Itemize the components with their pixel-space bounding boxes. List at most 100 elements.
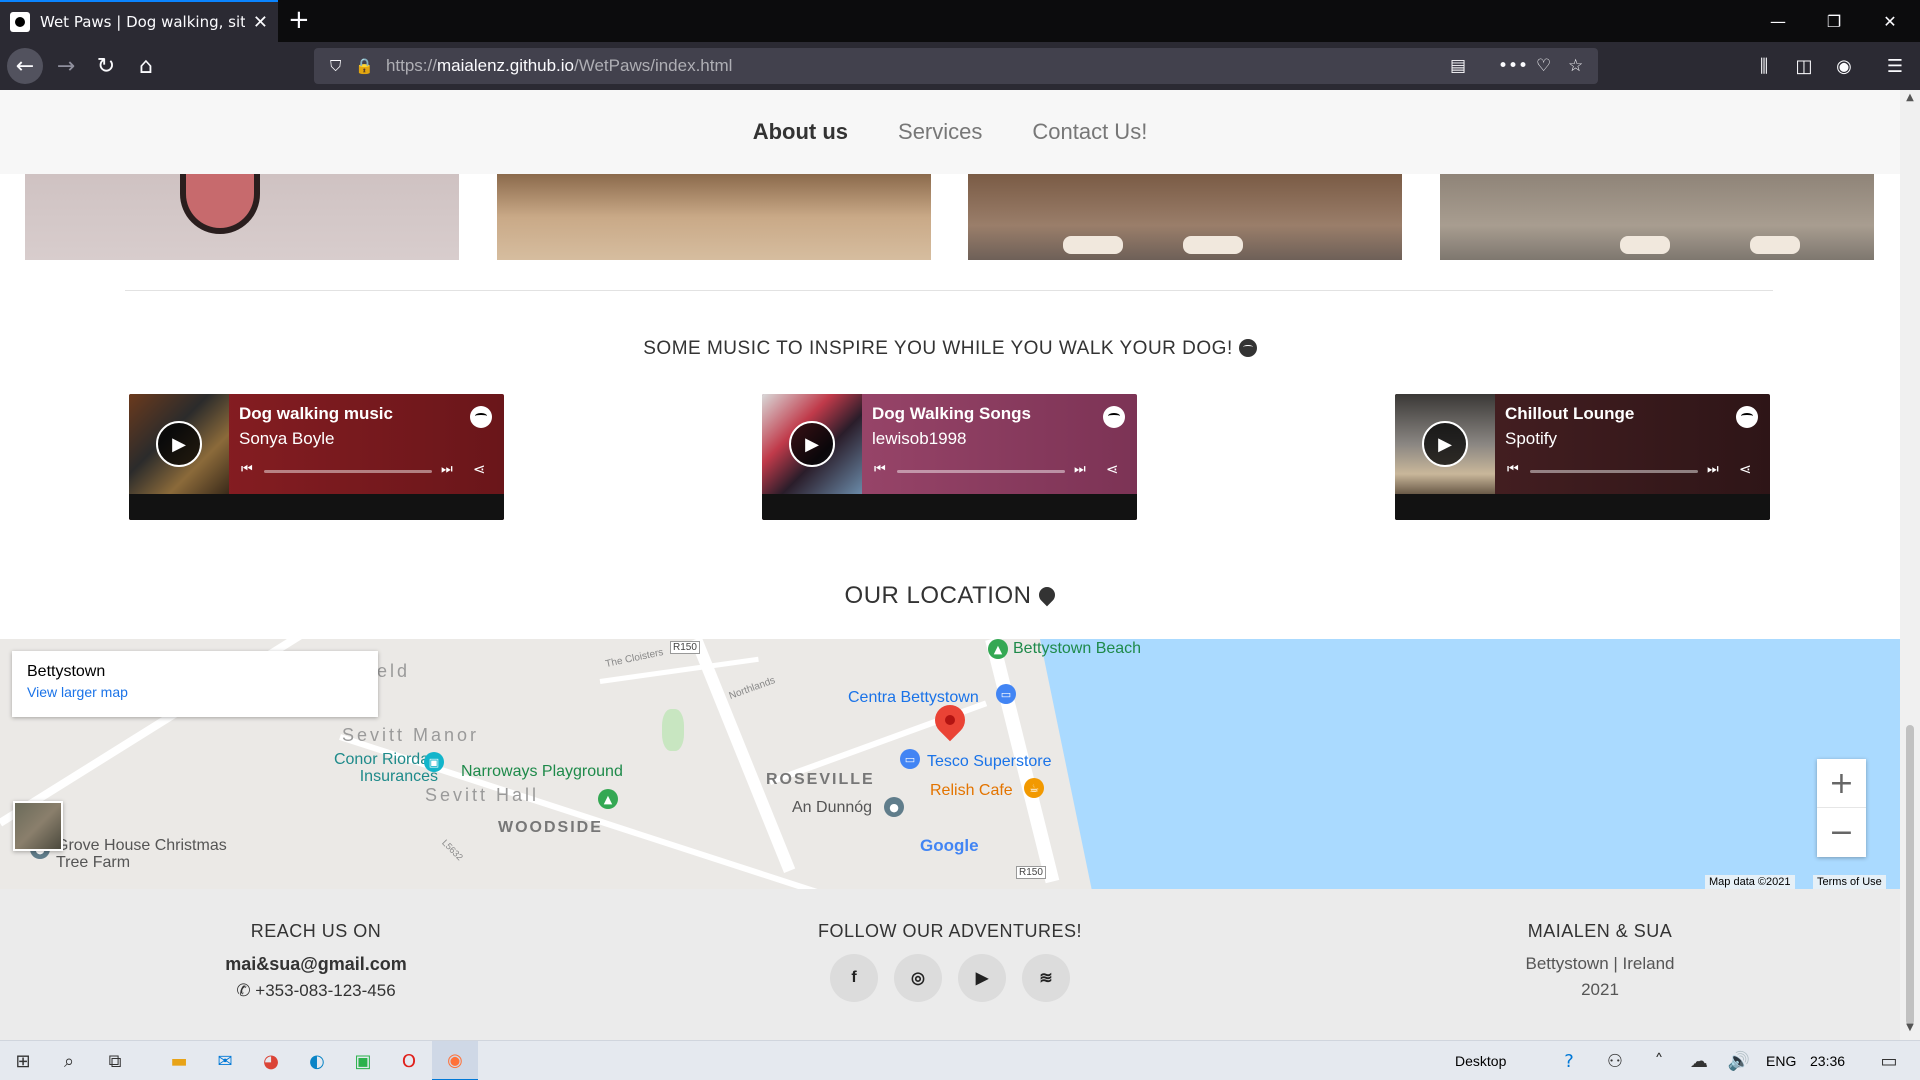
previous-track-icon[interactable]: ⏮ [241,462,253,477]
next-track-icon[interactable]: ⏭ [441,462,453,477]
map-label-centra[interactable]: Centra Bettystown [848,689,979,707]
playlist-name[interactable]: Chillout Lounge [1505,404,1634,424]
task-view-icon[interactable]: ⧉ [92,1041,138,1080]
cafe-poi-icon[interactable]: ☕ [1024,778,1044,798]
share-icon[interactable]: ⋖ [473,460,486,478]
spotify-player-3[interactable]: ▶ Chillout Lounge Spotify ⏮ ⏭ ⋖ [1395,394,1770,520]
playlist-owner[interactable]: Spotify [1505,429,1557,449]
browser-tab[interactable]: Wet Paws | Dog walking, sitting ✕ [0,0,278,42]
app-icon[interactable]: ▣ [340,1041,386,1080]
map-label-bettystown-beach[interactable]: Bettystown Beach [1013,640,1141,658]
language-indicator[interactable]: ENG [1766,1041,1796,1080]
spotify-logo-icon[interactable] [1736,406,1758,428]
play-icon[interactable]: ▶ [156,421,202,467]
progress-bar[interactable] [1530,470,1698,473]
view-larger-map-link[interactable]: View larger map [27,684,363,700]
instagram-icon[interactable]: ◎ [894,954,942,1002]
close-tab-icon[interactable]: ✕ [253,12,268,33]
home-icon[interactable]: ⌂ [128,48,164,84]
scroll-down-icon[interactable]: ▼ [1900,1022,1920,1038]
footer-phone[interactable]: +353-083-123-456 [255,981,395,1000]
forward-icon[interactable]: → [48,48,84,84]
edge-icon[interactable]: ◐ [294,1041,340,1080]
satellite-toggle[interactable] [13,801,63,851]
previous-track-icon[interactable]: ⏮ [1507,462,1519,477]
new-tab-icon[interactable]: + [288,6,310,34]
help-icon[interactable]: ? [1546,1041,1592,1080]
page-scrollbar[interactable]: ▲ ▼ [1900,90,1920,1040]
window-close-icon[interactable]: ✕ [1862,0,1918,42]
nav-services[interactable]: Services [898,119,982,145]
scroll-thumb[interactable] [1906,725,1914,1025]
zoom-in-icon[interactable]: + [1817,759,1866,808]
pocket-icon[interactable]: ♡ [1536,48,1551,84]
playlist-owner[interactable]: lewisob1998 [872,429,967,449]
progress-bar[interactable] [897,470,1065,473]
footer-email[interactable]: mai&sua@gmail.com [216,954,416,975]
place-poi-icon[interactable]: ● [884,797,904,817]
previous-track-icon[interactable]: ⏮ [874,462,886,477]
next-track-icon[interactable]: ⏭ [1707,462,1719,477]
url-bar[interactable]: ⛉ 🔒 https://maialenz.github.io/WetPaws/i… [314,48,1598,84]
next-track-icon[interactable]: ⏭ [1074,462,1086,477]
windows-start-icon[interactable]: ⊞ [0,1041,46,1080]
sidebar-icon[interactable]: ◫ [1786,48,1822,84]
desktop-toolbar[interactable]: Desktop [1455,1041,1506,1080]
spotify-player-2[interactable]: ▶ Dog Walking Songs lewisob1998 ⏮ ⏭ ⋖ [762,394,1137,520]
beach-poi-icon[interactable]: ▲ [988,639,1008,659]
file-explorer-icon[interactable]: ▬ [156,1041,202,1080]
nav-about-us[interactable]: About us [753,119,848,145]
map-label-relish-cafe[interactable]: Relish Cafe [930,782,1013,800]
bookmark-star-icon[interactable]: ☆ [1568,48,1583,84]
mail-icon[interactable]: ✉ [202,1041,248,1080]
zoom-out-icon[interactable]: − [1817,808,1866,857]
spotify-icon[interactable]: ≋ [1022,954,1070,1002]
nav-contact-us[interactable]: Contact Us! [1032,119,1147,145]
restore-icon[interactable]: ❐ [1806,0,1862,42]
shop-poi-icon[interactable]: ▭ [996,684,1016,704]
spotify-player-1[interactable]: ▶ Dog walking music Sonya Boyle ⏮ ⏭ ⋖ [129,394,504,520]
reader-view-icon[interactable]: ▤ [1450,48,1466,84]
share-icon[interactable]: ⋖ [1739,460,1752,478]
chrome-icon[interactable]: ◕ [248,1041,294,1080]
minimize-icon[interactable]: — [1750,0,1806,42]
playlist-name[interactable]: Dog walking music [239,404,393,424]
scroll-up-icon[interactable]: ▲ [1900,92,1920,108]
clock[interactable]: 23:36 [1810,1041,1845,1080]
park-poi-icon[interactable]: ▲ [598,789,618,809]
menu-icon[interactable]: ☰ [1877,48,1913,84]
desktop-label[interactable]: Desktop [1455,1053,1506,1069]
youtube-icon[interactable]: ▶ [958,954,1006,1002]
notifications-icon[interactable]: ▭ [1866,1041,1912,1080]
library-icon[interactable]: ⫼ [1746,48,1782,84]
map-label-grove-house[interactable]: Grove House Christmas Tree Farm [56,837,236,871]
shop-poi-icon[interactable]: ▭ [900,749,920,769]
google-map[interactable]: eld The Cloisters Northlands R150 R150 L… [0,639,1900,889]
play-icon[interactable]: ▶ [789,421,835,467]
playlist-name[interactable]: Dog Walking Songs [872,404,1031,424]
business-poi-icon[interactable]: ▣ [424,752,444,772]
back-icon[interactable]: ← [7,48,43,84]
map-label-conor-riordan[interactable]: Conor Riordan Insurances [308,751,438,785]
more-actions-icon[interactable]: ••• [1498,48,1528,84]
play-icon[interactable]: ▶ [1422,421,1468,467]
search-icon[interactable]: ⌕ [46,1041,92,1080]
lock-icon[interactable]: 🔒 [355,57,374,75]
account-icon[interactable]: ◉ [1826,48,1862,84]
map-label-tesco[interactable]: Tesco Superstore [927,753,1052,771]
spotify-logo-icon[interactable] [470,406,492,428]
facebook-icon[interactable]: f [830,954,878,1002]
map-label-narroways[interactable]: Narroways Playground [461,763,623,781]
shield-icon[interactable]: ⛉ [330,57,341,75]
url-text[interactable]: https://maialenz.github.io/WetPaws/index… [386,56,732,76]
spotify-logo-icon[interactable] [1103,406,1125,428]
reload-icon[interactable]: ↻ [88,48,124,84]
map-label-an-dunnog[interactable]: An Dunnóg [792,799,872,817]
playlist-owner[interactable]: Sonya Boyle [239,429,334,449]
volume-icon[interactable]: 🔊 [1716,1041,1762,1080]
share-icon[interactable]: ⋖ [1106,460,1119,478]
firefox-icon[interactable]: ◉ [432,1041,478,1080]
progress-bar[interactable] [264,470,432,473]
map-terms-link[interactable]: Terms of Use [1813,875,1886,889]
people-icon[interactable]: ⚇ [1592,1041,1638,1080]
